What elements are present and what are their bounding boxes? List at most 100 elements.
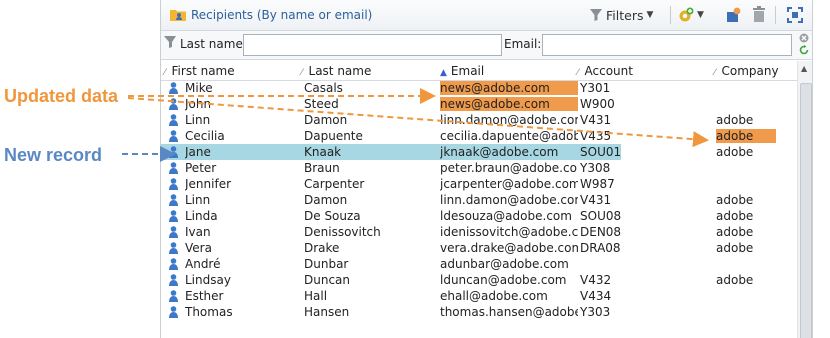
fit-window-icon[interactable] [787,7,803,23]
person-icon [169,146,178,158]
last-name-cell: Duncan [304,273,351,287]
table-row[interactable]: Peter Braun peter.braun@adobe.com Y308 [161,160,797,176]
chevron-down-icon: ▼ [697,10,704,20]
last-name-cell: Braun [304,161,340,175]
person-icon [169,258,178,270]
column-header-account[interactable]: ⁄ Account [577,64,633,78]
email-cell: jcarpenter@adobe.com [440,177,578,191]
person-icon [169,130,178,142]
first-name-cell: Thomas [185,305,233,319]
table-row[interactable]: André Dunbar adunbar@adobe.com [161,256,797,272]
last-name-cell: Damon [304,193,348,207]
last-name-cell: Knaak [304,145,342,159]
updated-data-annotation: Updated data [4,86,119,106]
email-cell: peter.braun@adobe.com [440,161,578,175]
table-row[interactable]: Jennifer Carpenter jcarpenter@adobe.com W98… [161,176,797,192]
column-header-company[interactable]: ⁄ Company [714,64,779,78]
account-cell: SOU08 [580,209,622,223]
email-cell: idenissovitch@adobe.com [440,225,578,239]
last-name-cell: Steed [304,97,339,111]
email-label: Email: [504,37,542,51]
last-name-input[interactable] [243,34,502,56]
table-row[interactable]: Esther Hall ehall@adobe.com V434 [161,288,797,304]
person-icon [169,274,178,286]
account-cell: DRA08 [580,241,621,255]
table-row[interactable]: Linda De Souza ldesouza@adobe.com SOU08 adob… [161,208,797,224]
company-cell: adobe [716,273,754,287]
grid-header: ⁄ First name ⁄ Last name ▲ Email ⁄ Account ⁄… [161,61,797,81]
first-name-cell: Cecilia [185,129,225,143]
first-name-cell: Jane [185,145,211,159]
email-cell: thomas.hansen@adobe.com [440,305,578,319]
first-name-cell: Peter [185,161,217,175]
table-row[interactable]: Lindsay Duncan lduncan@adobe.com V432 adobe [161,272,797,288]
first-name-cell: Linda [185,209,218,223]
person-icon [169,82,178,94]
table-row[interactable]: Thomas Hansen thomas.hansen@adobe.comY303 [161,304,797,320]
table-row[interactable]: Vera Drake vera.drake@adobe.com DRA08 adobe [161,240,797,256]
column-header-email[interactable]: ▲ Email [440,64,484,78]
email-input[interactable] [542,34,792,56]
filters-button[interactable]: Filters ▼ [589,6,653,24]
filters-label: Filters [606,7,644,23]
account-cell: V432 [580,273,612,287]
table-row[interactable]: Linn Damon linn.damon@adobe.com V431 adobe [161,112,797,128]
last-name-cell: Hansen [304,305,350,319]
last-name-cell: Drake [304,241,340,255]
filter-funnel-icon [164,36,176,48]
person-icon [169,178,178,190]
company-cell: adobe [716,113,754,127]
person-icon [169,242,178,254]
account-cell: V431 [580,113,612,127]
first-name-cell: André [185,257,221,271]
account-cell: V435 [580,129,612,143]
person-icon [169,98,178,110]
trash-icon[interactable] [752,6,766,23]
table-row[interactable]: John Steed news@adobe.com W900 [161,96,797,112]
company-cell: adobe [716,193,754,207]
table-row[interactable]: Mike Casals news@adobe.com Y301 [161,80,797,96]
first-name-cell: Mike [185,81,213,95]
table-row[interactable]: Cecilia Dapuente cecilia.dapuente@adobe.co… [161,128,797,144]
last-name-cell: Carpenter [304,177,365,191]
first-name-cell: Jennifer [185,177,232,191]
first-name-cell: Vera [185,241,212,255]
recipients-list: Mike Casals news@adobe.com Y301 John Steed new… [161,80,797,320]
first-name-cell: Ivan [185,225,211,239]
last-name-cell: De Souza [304,209,361,223]
filter-bar: Last name: Email: [161,31,812,60]
email-cell: ldesouza@adobe.com [440,209,572,223]
email-cell: adunbar@adobe.com [440,257,569,271]
table-row[interactable]: Linn Damon linn.damon@adobe.com V431 adobe [161,192,797,208]
email-cell: ehall@adobe.com [440,289,548,303]
refresh-icon[interactable] [799,45,809,55]
folder-people-icon [170,10,186,21]
column-header-last-name[interactable]: ⁄ Last name [301,64,371,78]
recipients-panel: Recipients (By name or email) Filters ▼ … [160,0,813,338]
account-cell: V431 [580,193,612,207]
filter-funnel-icon [590,9,602,21]
company-cell: adobe [716,209,754,223]
scrollbar-thumb[interactable] [800,83,812,338]
panel-title[interactable]: Recipients (By name or email) [191,8,372,22]
column-header-first-name[interactable]: ⁄ First name [164,64,235,78]
clear-filter-icon[interactable] [799,33,809,43]
last-name-cell: Casals [304,81,343,95]
gear-add-icon [679,7,694,21]
actions-button[interactable]: ▼ [677,6,704,24]
person-icon [169,210,178,222]
toolbar-divider [775,6,776,24]
table-row[interactable]: Ivan Denissovitch idenissovitch@adobe.comD… [161,224,797,240]
email-cell: linn.damon@adobe.com [440,113,578,127]
table-row[interactable]: Jane Knaak jknaak@adobe.com SOU01 adobe [161,144,753,160]
account-cell: SOU01 [580,145,622,159]
vertical-scrollbar[interactable]: ▲ [797,61,812,338]
person-icon [169,194,178,206]
last-name-label: Last name: [180,37,247,51]
scroll-up-icon[interactable]: ▲ [801,64,807,73]
person-icon [169,226,178,238]
person-icon [169,162,178,174]
company-cell: adobe [716,241,754,255]
new-recipient-icon[interactable] [726,7,741,23]
last-name-cell: Damon [304,113,348,127]
